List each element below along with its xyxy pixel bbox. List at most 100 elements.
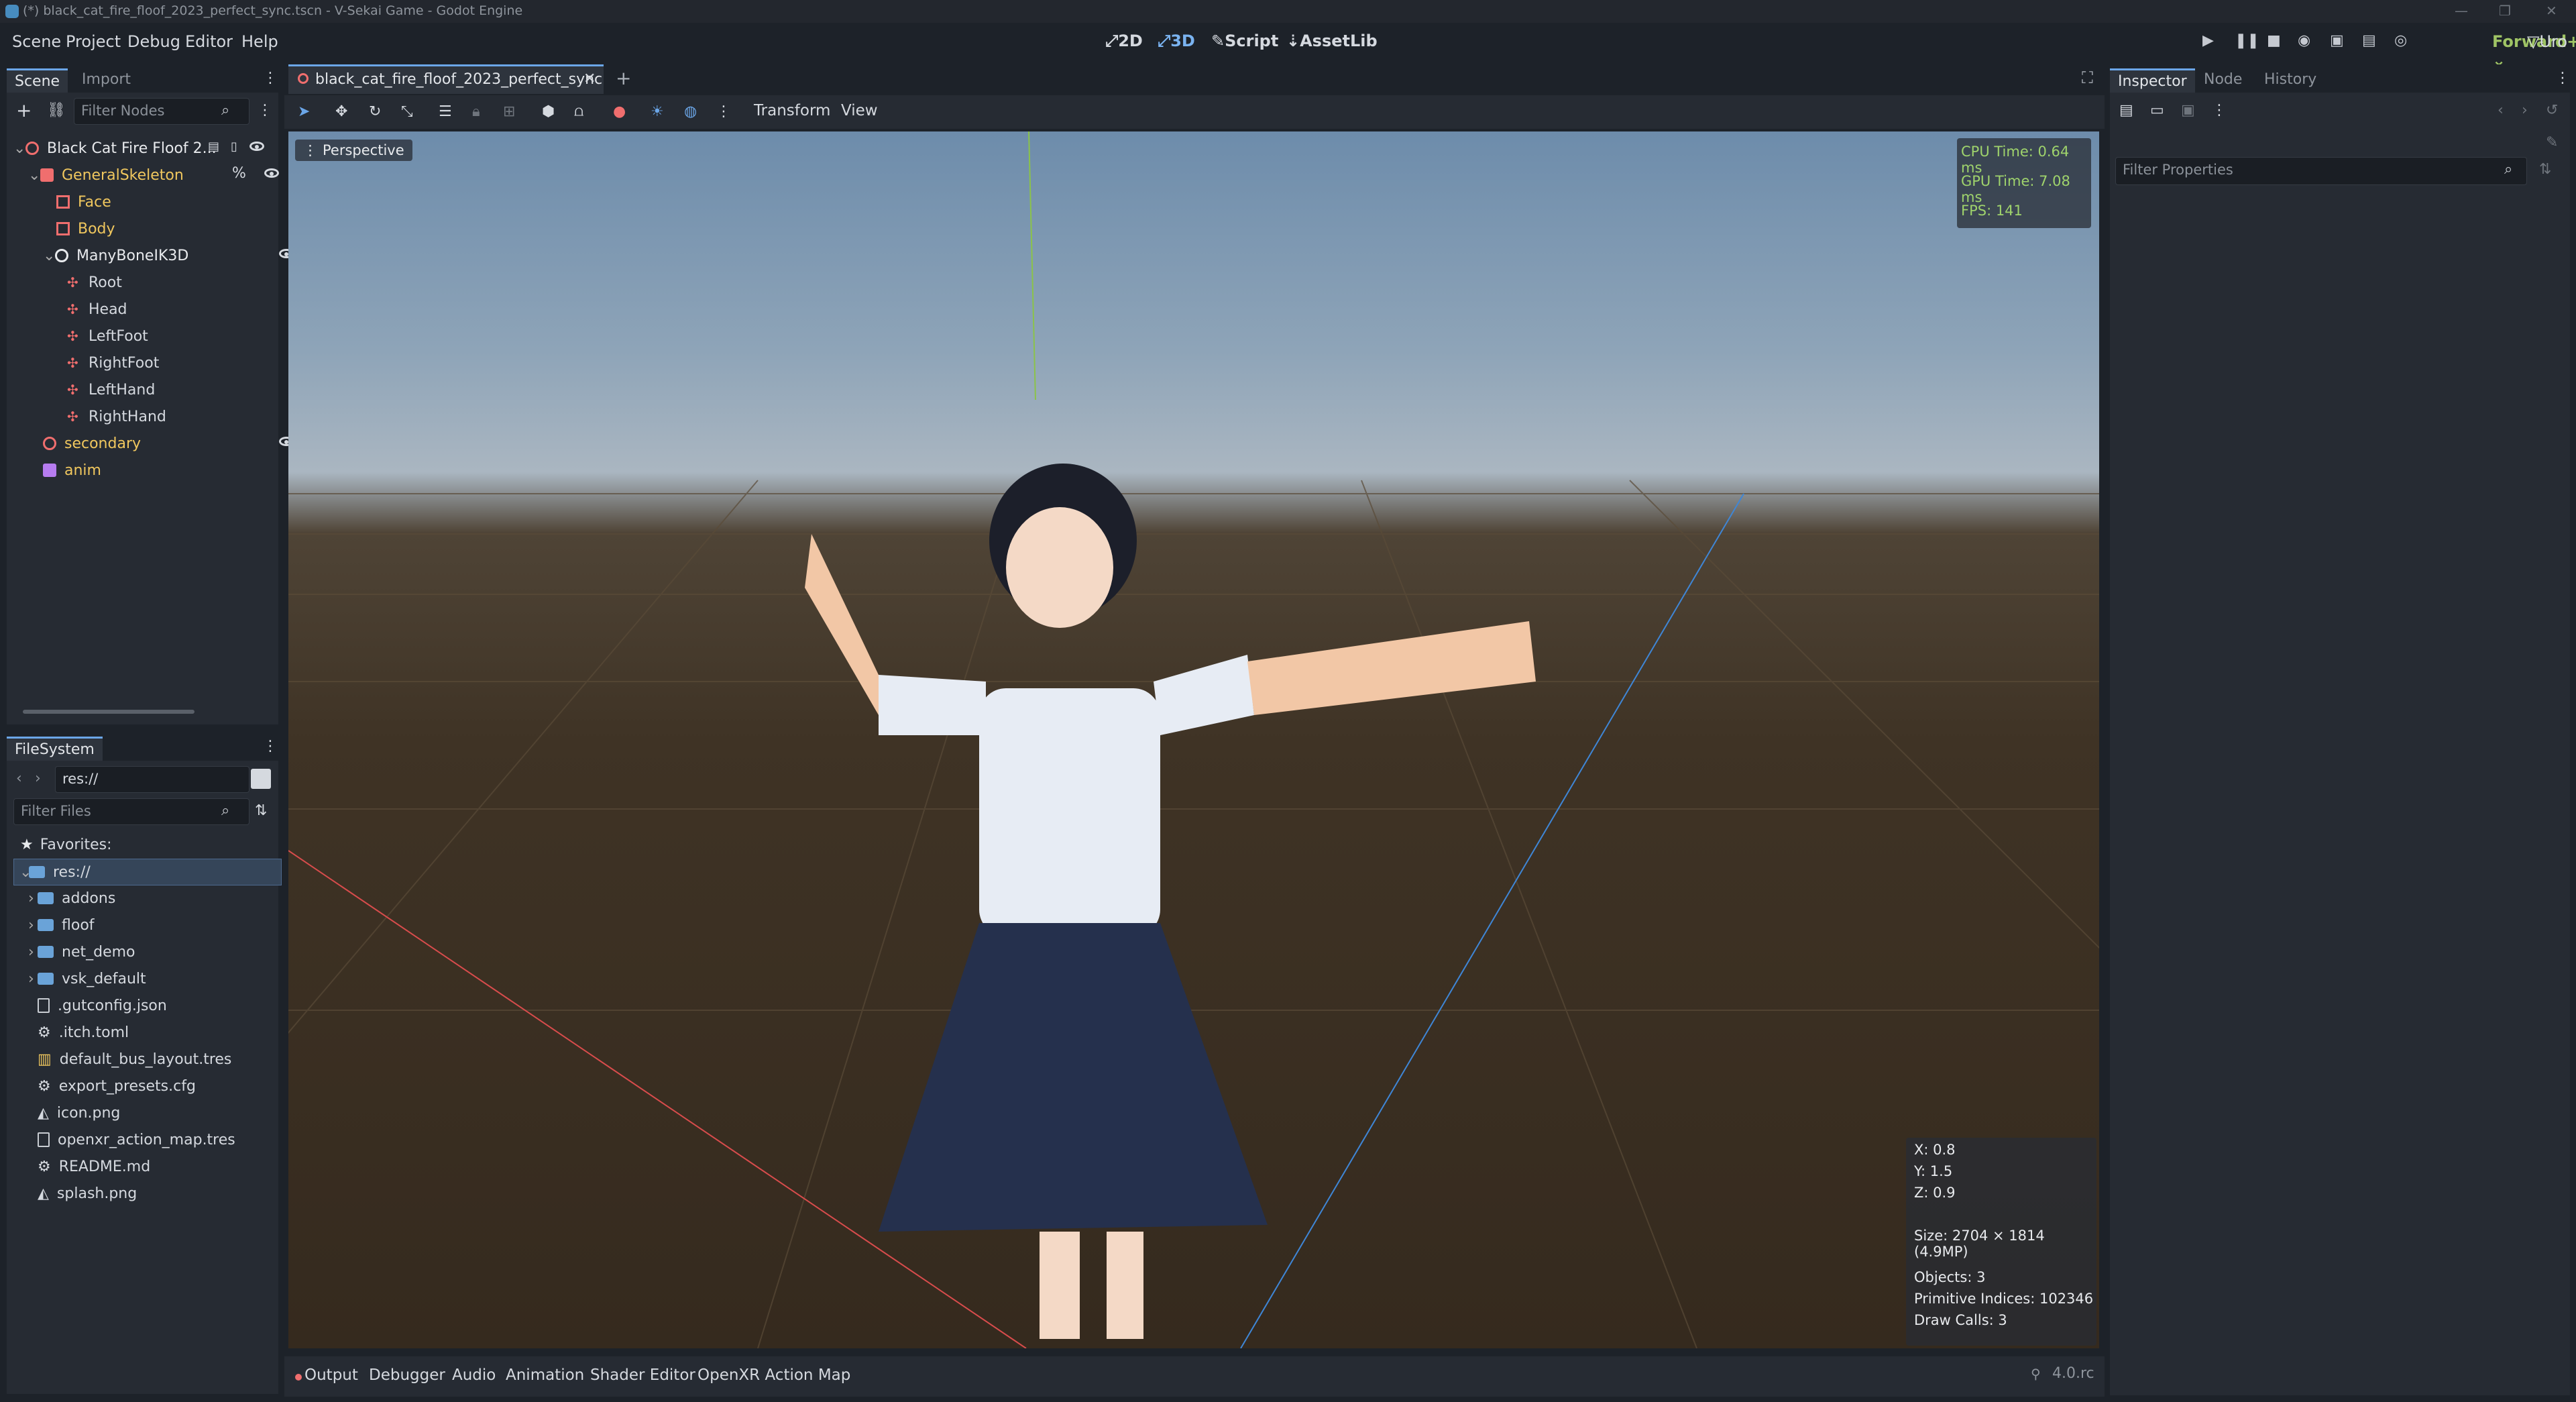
- new-resource-icon[interactable]: ▤: [2119, 102, 2133, 119]
- instance-scene-icon[interactable]: ⛓: [47, 102, 66, 119]
- transform-menu[interactable]: Transform: [754, 102, 830, 119]
- perspective-menu[interactable]: ⋮ Perspective: [295, 140, 412, 161]
- maximize-icon[interactable]: ❐: [2499, 3, 2511, 19]
- forward-icon[interactable]: ›: [35, 770, 41, 787]
- save-resource-icon[interactable]: ▣: [2181, 102, 2195, 119]
- scene-tab[interactable]: black_cat_fire_floof_2023_perfect_sync ✕: [288, 64, 604, 94]
- filter-properties-input[interactable]: Filter Properties: [2115, 157, 2527, 185]
- fs-item-net-demo[interactable]: › net_demo: [20, 939, 283, 965]
- dock-menu-icon[interactable]: ⋮: [263, 70, 278, 87]
- sun-preview-icon[interactable]: ☀: [651, 103, 664, 120]
- close-window-icon[interactable]: ✕: [2546, 3, 2557, 19]
- tree-node-anim[interactable]: anim: [13, 457, 304, 483]
- workspace-3d-button[interactable]: ⤢3D: [1158, 32, 1195, 50]
- path-field[interactable]: res://: [55, 766, 249, 793]
- minimize-icon[interactable]: —: [2455, 3, 2468, 19]
- script-icon[interactable]: ▯: [231, 140, 237, 154]
- lock-icon[interactable]: 🔒︎: [472, 103, 480, 120]
- tab-scene[interactable]: Scene: [7, 68, 68, 93]
- remote-debug-icon[interactable]: ◉: [2298, 32, 2310, 49]
- fs-item-default-bus-layout[interactable]: ▥ default_bus_layout.tres: [20, 1046, 292, 1072]
- pause-icon[interactable]: ❚❚: [2235, 32, 2259, 49]
- distraction-free-icon[interactable]: ⛶: [2082, 68, 2093, 87]
- tree-node-head-bone[interactable]: ✣ Head: [13, 296, 329, 322]
- menu-editor[interactable]: Editor: [185, 32, 233, 51]
- environment-preview-icon[interactable]: ◍: [684, 103, 697, 120]
- tree-node-face[interactable]: Face: [13, 189, 318, 215]
- fs-item-openxr-action-map[interactable]: openxr_action_map.tres: [20, 1127, 292, 1152]
- version-label[interactable]: 4.0.rc: [2052, 1365, 2094, 1382]
- tab-node[interactable]: Node: [2196, 68, 2250, 91]
- workspace-assetlib-button[interactable]: ⇣AssetLib: [1286, 32, 1378, 50]
- tab-debugger[interactable]: Debugger: [369, 1366, 445, 1384]
- 3d-viewport[interactable]: ⋮ Perspective CPU Time: 0.64 ms GPU Time:…: [288, 131, 2099, 1348]
- play-custom-scene-icon[interactable]: ▤: [2362, 32, 2376, 49]
- add-node-icon[interactable]: +: [16, 99, 32, 121]
- menu-debug[interactable]: Debug: [127, 32, 180, 51]
- tab-history[interactable]: History: [2256, 68, 2325, 91]
- local-space-icon[interactable]: ⬢: [542, 103, 555, 120]
- extra-options-icon[interactable]: ⋮: [2212, 102, 2227, 119]
- history-forward-icon[interactable]: ›: [2522, 102, 2528, 119]
- preview-menu-icon[interactable]: ⋮: [716, 103, 731, 120]
- scale-tool-icon[interactable]: ⤡: [401, 103, 413, 120]
- fs-item-icon-png[interactable]: ◭ icon.png: [20, 1100, 292, 1126]
- history-back-icon[interactable]: ‹: [2498, 102, 2504, 119]
- tree-node-manyboneik3d[interactable]: ⌄ ManyBoneIK3D: [13, 243, 304, 268]
- close-tab-icon[interactable]: ✕: [583, 70, 596, 87]
- tree-node-leftfoot-bone[interactable]: ✣ LeftFoot: [13, 323, 329, 349]
- scene-tree-hscrollbar[interactable]: [23, 710, 194, 714]
- play-icon[interactable]: ▶: [2202, 32, 2214, 49]
- fs-item-gutconfig[interactable]: .gutconfig.json: [20, 993, 292, 1018]
- scene-clapper-icon[interactable]: ▤: [208, 140, 219, 154]
- rotate-tool-icon[interactable]: ↻: [369, 103, 381, 120]
- move-tool-icon[interactable]: ✥: [335, 103, 347, 120]
- scene-tree-menu-icon[interactable]: ⋮: [258, 102, 272, 119]
- select-tool-icon[interactable]: ➤: [298, 103, 310, 120]
- tree-node-rightfoot-bone[interactable]: ✣ RightFoot: [13, 350, 329, 376]
- tree-node-root[interactable]: ⌄ Black Cat Fire Floof 2... ▤ ▯: [13, 136, 275, 161]
- menu-help[interactable]: Help: [241, 32, 278, 51]
- menu-scene[interactable]: Scene: [12, 32, 61, 51]
- visibility-eye-icon[interactable]: [249, 142, 264, 151]
- visibility-eye-icon[interactable]: [264, 168, 279, 178]
- fs-item-itch-toml[interactable]: ⚙ .itch.toml: [20, 1020, 292, 1045]
- tab-import[interactable]: Import: [74, 68, 139, 91]
- camera-override-icon[interactable]: ●: [613, 103, 626, 120]
- fs-item-res[interactable]: ⌄ res://: [13, 859, 282, 885]
- new-scene-tab-icon[interactable]: +: [616, 67, 631, 89]
- view-menu[interactable]: View: [841, 102, 878, 119]
- tab-openxr-action-map[interactable]: OpenXR Action Map: [697, 1366, 850, 1384]
- unique-name-icon[interactable]: %: [232, 165, 246, 182]
- sort-icon[interactable]: ⇅: [255, 802, 267, 819]
- stop-icon[interactable]: ■: [2267, 32, 2281, 49]
- object-history-icon[interactable]: ↺: [2546, 102, 2558, 119]
- group-icon[interactable]: ⊞: [503, 103, 515, 120]
- filter-sort-icon[interactable]: ⇅: [2539, 161, 2551, 178]
- tab-shader-editor[interactable]: Shader Editor: [590, 1366, 695, 1384]
- favorites-header[interactable]: ★ Favorites:: [20, 832, 275, 857]
- fs-item-readme[interactable]: ⚙ README.md: [20, 1154, 292, 1179]
- pick-icon[interactable]: ✎: [2546, 134, 2558, 151]
- fs-item-vsk-default[interactable]: › vsk_default: [20, 966, 283, 991]
- tree-node-secondary[interactable]: secondary: [13, 431, 304, 456]
- snap-icon[interactable]: ⩍: [574, 103, 583, 120]
- open-resource-icon[interactable]: ▭: [2150, 102, 2164, 119]
- list-select-icon[interactable]: ☰: [439, 103, 452, 120]
- workspace-script-button[interactable]: ✎Script: [1211, 32, 1278, 50]
- filter-files-input[interactable]: Filter Files: [13, 798, 249, 825]
- play-scene-icon[interactable]: ▣: [2330, 32, 2344, 49]
- menu-project[interactable]: Project: [66, 32, 121, 51]
- dock-menu-icon[interactable]: ⋮: [263, 738, 278, 755]
- workspace-2d-button[interactable]: ⤢2D: [1105, 32, 1143, 50]
- tree-node-generalskeleton[interactable]: ⌄ GeneralSkeleton %: [13, 162, 290, 188]
- tree-node-body[interactable]: Body: [13, 216, 318, 241]
- tree-node-lefthand-bone[interactable]: ✣ LeftHand: [13, 377, 329, 402]
- fs-item-addons[interactable]: › addons: [20, 885, 283, 911]
- tab-output[interactable]: Output: [304, 1366, 358, 1384]
- fs-item-splash-png[interactable]: ◭ splash.png: [20, 1181, 292, 1206]
- tab-inspector[interactable]: Inspector: [2110, 68, 2195, 93]
- tree-node-root-bone[interactable]: ✣ Root: [13, 270, 329, 295]
- fs-item-floof[interactable]: › floof: [20, 912, 283, 938]
- movie-maker-icon[interactable]: ◎: [2394, 32, 2407, 49]
